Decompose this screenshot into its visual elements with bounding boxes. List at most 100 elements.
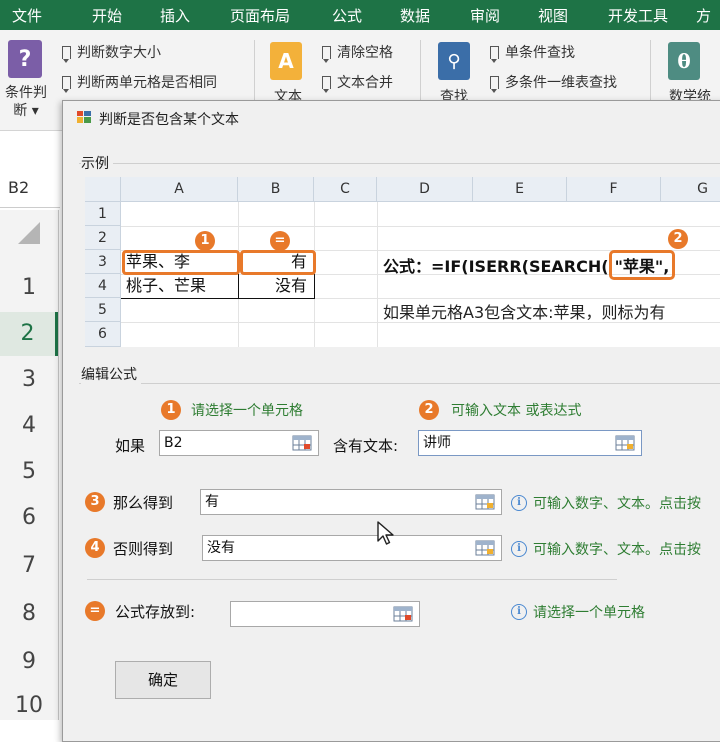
- ribbon-item-label: 单条件查找: [505, 45, 575, 61]
- cell-border: [314, 274, 315, 298]
- ribbon-item-clear-spaces[interactable]: 清除空格: [322, 42, 393, 63]
- mini-row-header: 6: [85, 322, 121, 347]
- group-border: [79, 383, 720, 384]
- step-badge-equals: =: [85, 601, 105, 621]
- row-header[interactable]: 5: [0, 450, 58, 494]
- bookmark-icon: [322, 45, 331, 63]
- then-info-text: 可输入数字、文本。点击按: [533, 496, 701, 512]
- ribbon-item-multi-lookup[interactable]: 多条件一维表查找: [490, 72, 617, 93]
- condition-judge-label: 条件判: [5, 85, 47, 101]
- mini-row-header: 1: [85, 202, 121, 226]
- else-info-text: 可输入数字、文本。点击按: [533, 542, 701, 558]
- range-picker-icon[interactable]: [292, 435, 312, 451]
- range-picker-icon[interactable]: [393, 606, 413, 622]
- mini-col-header: F: [567, 177, 661, 202]
- row-header[interactable]: 7: [0, 544, 58, 588]
- bookmark-icon: [62, 45, 71, 63]
- app-icon: [77, 111, 91, 123]
- menu-view[interactable]: 视图: [538, 5, 568, 26]
- bookmark-icon: [62, 75, 71, 93]
- menu-insert[interactable]: 插入: [160, 5, 190, 26]
- row-header[interactable]: 6: [0, 496, 58, 540]
- menu-formulas[interactable]: 公式: [332, 5, 362, 26]
- store-formula-label: 公式存放到:: [115, 603, 196, 621]
- contains-text-input[interactable]: 讲师: [418, 430, 642, 456]
- menu-developer[interactable]: 开发工具: [608, 5, 668, 26]
- hint-select-cell: 请选择一个单元格: [191, 403, 303, 419]
- else-value-input[interactable]: 没有: [202, 535, 502, 561]
- cell-b4: 没有: [275, 276, 308, 295]
- info-icon: i: [511, 604, 527, 620]
- bookmark-icon: [322, 75, 331, 93]
- cell-border: [238, 274, 239, 298]
- mouse-cursor-icon: [377, 521, 394, 545]
- then-value-input[interactable]: 有: [200, 489, 502, 515]
- example-group-label: 示例: [81, 153, 113, 173]
- bookmark-icon: [490, 75, 499, 93]
- ok-button[interactable]: 确定: [115, 661, 211, 699]
- step-badge-2: 2: [668, 229, 688, 249]
- menu-home[interactable]: 开始: [92, 5, 122, 26]
- info-icon: i: [511, 495, 527, 511]
- if-cell-value: B2: [164, 435, 183, 451]
- ribbon-item-single-lookup[interactable]: 单条件查找: [490, 42, 575, 63]
- menu-file[interactable]: 文件: [12, 5, 42, 26]
- if-cell-input[interactable]: B2: [159, 430, 319, 456]
- row-header[interactable]: 4: [0, 404, 58, 448]
- condition-judge-label-2: 断 ▾: [13, 103, 39, 119]
- store-cell-input[interactable]: [230, 601, 420, 627]
- mini-col-header: G: [661, 177, 720, 202]
- menu-data[interactable]: 数据: [400, 5, 430, 26]
- grid-line: [121, 226, 720, 227]
- search-book-icon[interactable]: ⚲: [438, 42, 470, 80]
- example-note: 如果单元格A3包含文本:苹果，则标为有: [383, 303, 666, 322]
- mini-row-header: 5: [85, 298, 121, 322]
- mini-col-header: B: [238, 177, 314, 202]
- ribbon-item-merge-text[interactable]: 文本合并: [322, 72, 393, 93]
- row-header[interactable]: 8: [0, 592, 58, 636]
- range-picker-icon[interactable]: [615, 435, 635, 451]
- condition-judge-button[interactable]: 条件判 断 ▾: [0, 84, 52, 120]
- ribbon-item-compare-cells[interactable]: 判断两单元格是否相同: [62, 72, 217, 93]
- step-badge-1: 1: [161, 400, 181, 420]
- row-header[interactable]: 3: [0, 358, 58, 402]
- menu-bar: 文件 开始 插入 页面布局 公式 数据 审阅 视图 开发工具 方: [0, 0, 720, 30]
- contains-text-label: 含有文本:: [333, 437, 399, 455]
- then-label: 那么得到: [113, 494, 174, 512]
- menu-more[interactable]: 方: [696, 5, 711, 26]
- formula-example: 公式：=IF(ISERR(SEARCH("苹果",: [383, 250, 676, 280]
- ribbon-item-compare-numbers[interactable]: 判断数字大小: [62, 42, 161, 63]
- info-icon: i: [511, 541, 527, 557]
- formula-highlight: "苹果",: [608, 250, 676, 280]
- row-header[interactable]: 10: [0, 686, 58, 720]
- menu-page-layout[interactable]: 页面布局: [230, 5, 290, 26]
- row-header[interactable]: 9: [0, 640, 58, 684]
- theta-icon[interactable]: θ: [668, 42, 700, 80]
- step-badge-3: 3: [85, 492, 105, 512]
- contains-text-value: 讲师: [423, 435, 451, 451]
- question-icon[interactable]: ?: [8, 40, 42, 78]
- step-badge-2: 2: [419, 400, 439, 420]
- row-header-active[interactable]: 2: [0, 312, 58, 356]
- menu-review[interactable]: 审阅: [470, 5, 500, 26]
- mini-row-header: 2: [85, 226, 121, 250]
- row-header[interactable]: 1: [0, 268, 58, 308]
- mini-col-header: A: [121, 177, 238, 202]
- mini-col-header: D: [377, 177, 473, 202]
- then-value: 有: [205, 494, 219, 510]
- name-box[interactable]: B2: [0, 168, 60, 208]
- example-sheet: A B C D E F G 1 2 3 4 5 6 苹果、李 有 桃子、芒果 没…: [85, 177, 720, 347]
- group-border: [79, 163, 720, 164]
- edit-formula-group-label: 编辑公式: [81, 364, 141, 384]
- mini-row-header: 3: [85, 250, 121, 274]
- select-all-corner[interactable]: [18, 222, 40, 244]
- highlight-a3: [122, 250, 240, 275]
- ribbon-item-label: 清除空格: [337, 45, 393, 61]
- hint-enter-text: 可输入文本 或表达式: [451, 403, 582, 419]
- text-a-icon[interactable]: A: [270, 42, 302, 80]
- range-picker-icon[interactable]: [475, 540, 495, 556]
- ribbon-item-label: 判断两单元格是否相同: [77, 75, 217, 91]
- range-picker-icon[interactable]: [475, 494, 495, 510]
- step-badge-1: 1: [195, 231, 215, 251]
- cell-border: [121, 298, 315, 299]
